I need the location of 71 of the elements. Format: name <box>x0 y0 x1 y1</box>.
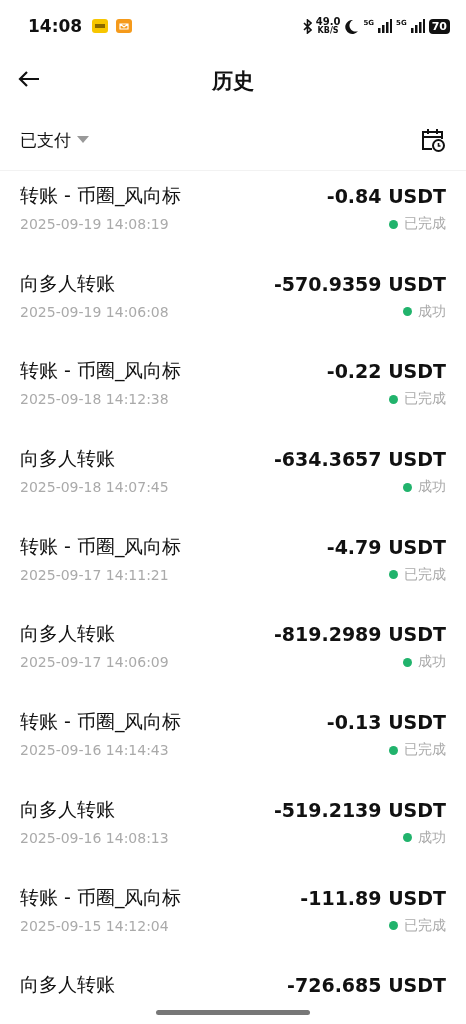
transaction-title: 向多人转账 <box>20 270 115 296</box>
transaction-item[interactable]: 转账 - 币圈_风向标 -0.13 USDT 2025-09-16 14:14:43 已完成 <box>20 697 446 785</box>
status-dot <box>403 657 412 667</box>
transaction-item[interactable]: 向多人转账 -726.685 USDT <box>20 960 446 1024</box>
network-speed-unit: KB/S <box>317 27 339 35</box>
moon-icon <box>344 18 360 34</box>
transaction-amount: -819.2989 USDT <box>273 623 446 646</box>
transaction-date: 2025-09-18 14:07:45 <box>20 479 169 496</box>
transaction-amount: -570.9359 USDT <box>273 272 446 295</box>
transaction-title: 转账 - 币圈_风向标 <box>20 884 182 911</box>
transaction-title: 转账 - 币圈_风向标 <box>20 358 182 384</box>
transaction-status: 已完成 <box>404 916 446 935</box>
transaction-status: 已完成 <box>404 390 446 409</box>
transaction-amount: -0.22 USDT <box>326 360 446 383</box>
transaction-status: 已完成 <box>404 215 446 233</box>
network-speed: 49.0 <box>315 17 341 27</box>
transaction-status: 成功 <box>418 653 446 672</box>
transaction-amount: -519.2139 USDT <box>273 798 446 821</box>
transaction-amount: -0.84 USDT <box>326 185 446 207</box>
transaction-status: 成功 <box>418 302 446 321</box>
transaction-status: 成功 <box>418 478 446 497</box>
status-dot <box>403 833 412 843</box>
transaction-item[interactable]: 转账 - 币圈_风向标 -0.84 USDT 2025-09-19 14:08:19 已完成 <box>20 171 446 259</box>
mail-notification-icon <box>116 18 133 34</box>
transaction-item[interactable]: 转账 - 币圈_风向标 -111.89 USDT 2025-09-15 14:12:04 已完成 <box>20 872 446 961</box>
transaction-amount: -726.685 USDT <box>287 974 446 997</box>
transaction-status: 已完成 <box>404 741 446 760</box>
transaction-title: 向多人转账 <box>20 972 115 998</box>
transaction-date: 2025-09-17 14:11:21 <box>20 566 169 583</box>
transaction-title: 转账 - 币圈_风向标 <box>20 709 182 735</box>
status-dot <box>389 921 398 930</box>
transaction-item[interactable]: 向多人转账 -519.2139 USDT 2025-09-16 14:08:13 成功 <box>20 784 446 873</box>
signal-icon <box>378 19 393 33</box>
transaction-item[interactable]: 向多人转账 -634.3657 USDT 2025-09-18 14:07:45 成功 <box>20 434 446 522</box>
signal-icon <box>410 19 425 33</box>
transaction-date: 2025-09-15 14:12:04 <box>20 917 169 934</box>
status-dot <box>403 307 412 317</box>
transaction-amount: -111.89 USDT <box>300 886 446 909</box>
transaction-item[interactable]: 转账 - 币圈_风向标 -0.22 USDT 2025-09-18 14:12:38 已完成 <box>20 346 446 435</box>
transaction-status: 已完成 <box>404 565 446 584</box>
calendar-button[interactable] <box>420 127 446 153</box>
app-notification-icon <box>92 18 109 34</box>
transaction-title: 转账 - 币圈_风向标 <box>20 183 182 209</box>
battery-level: 70 <box>428 18 450 34</box>
transaction-title: 向多人转账 <box>20 796 115 822</box>
transaction-item[interactable]: 向多人转账 -570.9359 USDT 2025-09-19 14:06:08 成功 <box>20 258 446 347</box>
transaction-date: 2025-09-16 14:14:43 <box>20 742 169 759</box>
transaction-date: 2025-09-19 14:06:08 <box>20 303 169 320</box>
page-title: 历史 <box>212 68 254 95</box>
status-filter-dropdown[interactable]: 已支付 <box>20 128 89 152</box>
transaction-title: 向多人转账 <box>20 446 115 472</box>
transaction-item[interactable]: 向多人转账 -819.2989 USDT 2025-09-17 14:06:09 成功 <box>20 609 446 698</box>
transaction-item[interactable]: 转账 - 币圈_风向标 -4.79 USDT 2025-09-17 14:11:21 已完成 <box>20 521 446 610</box>
caret-icon <box>77 136 89 144</box>
status-dot <box>389 570 398 580</box>
transaction-amount: -4.79 USDT <box>326 535 446 558</box>
status-dot <box>403 482 412 492</box>
transaction-title: 向多人转账 <box>20 621 115 647</box>
status-dot <box>389 745 398 755</box>
transaction-date: 2025-09-18 14:12:38 <box>20 391 169 408</box>
transaction-title: 转账 - 币圈_风向标 <box>20 533 182 560</box>
transaction-date: 2025-09-19 14:08:19 <box>20 216 169 232</box>
status-time: 14:08 <box>28 16 83 36</box>
status-dot <box>389 394 398 404</box>
transaction-date: 2025-09-16 14:08:13 <box>20 829 169 846</box>
transaction-date: 2025-09-17 14:06:09 <box>20 654 169 671</box>
status-dot <box>389 219 398 229</box>
transaction-status: 成功 <box>418 828 446 847</box>
transaction-amount: -0.13 USDT <box>326 711 446 734</box>
bluetooth-icon <box>302 18 312 34</box>
transaction-amount: -634.3657 USDT <box>273 448 446 471</box>
